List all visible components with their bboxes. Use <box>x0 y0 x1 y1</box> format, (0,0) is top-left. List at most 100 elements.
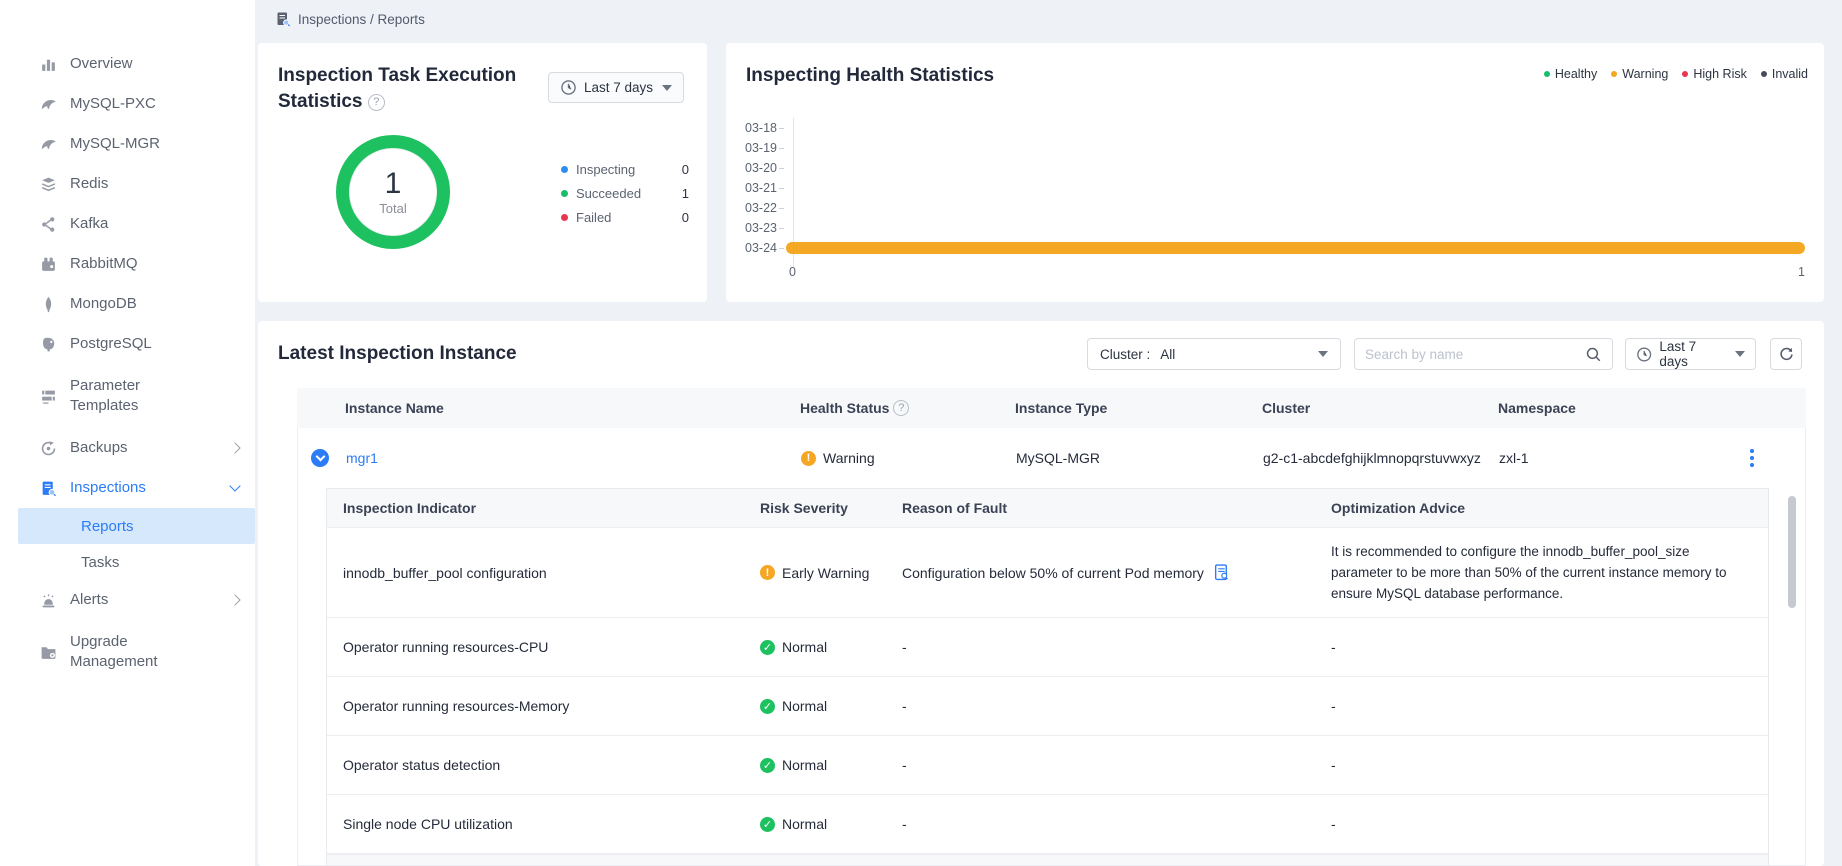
breadcrumb: Inspections / Reports <box>275 11 425 27</box>
row-actions-menu[interactable] <box>1743 447 1761 469</box>
sidebar-item-alerts[interactable]: Alerts <box>0 580 255 620</box>
detail-row: Operator running resources-Memory ✓Norma… <box>327 677 1768 736</box>
legend-item: High Risk <box>1682 67 1747 81</box>
task-stats-card: Inspection Task Execution Statistics ? L… <box>258 43 707 302</box>
table-row: mgr1 ! Warning MySQL-MGR g2-c1-abcdefghi… <box>297 428 1806 488</box>
col-header-cluster: Cluster <box>1262 400 1498 416</box>
view-report-icon[interactable] <box>1213 564 1230 581</box>
sidebar-item-mysql-mgr[interactable]: MySQL-MGR <box>0 124 255 164</box>
indicator-cell: innodb_buffer_pool configuration <box>327 528 760 617</box>
indicator-cell: Operator running resources-CPU <box>327 618 760 676</box>
instance-name-link[interactable]: mgr1 <box>346 450 378 466</box>
chevron-down-icon <box>229 480 240 491</box>
caret-down-icon <box>1318 351 1328 357</box>
legend-item: Healthy <box>1544 67 1597 81</box>
legend-value: 0 <box>682 162 689 177</box>
sidebar-item-backups[interactable]: Backups <box>0 428 255 468</box>
chart-row: 03-22 <box>726 198 1805 218</box>
sidebar-item-parameter-templates[interactable]: Parameter Templates <box>0 364 255 428</box>
card-title: Inspecting Health Statistics <box>746 63 994 89</box>
sidebar-item-rabbitmq[interactable]: RabbitMQ <box>0 244 255 284</box>
detail-header-row: Inspection Indicator Risk Severity Reaso… <box>327 489 1768 528</box>
bar-03-24 <box>786 242 1805 254</box>
refresh-button[interactable] <box>1770 338 1802 370</box>
sidebar-item-label: Alerts <box>70 590 200 610</box>
legend-item: Invalid <box>1761 67 1808 81</box>
sidebar-item-mysql-pxc[interactable]: MySQL-PXC <box>0 84 255 124</box>
bar-chart-icon <box>40 56 57 73</box>
y-tick-label: 03-22 <box>726 201 786 215</box>
severity-cell: ✓Normal <box>760 677 902 735</box>
sidebar-item-tasks[interactable]: Tasks <box>0 544 255 580</box>
x-tick-1: 1 <box>1798 265 1805 279</box>
legend-item: Inspecting 0 <box>561 160 689 178</box>
health-stats-card: Inspecting Health Statistics Healthy War… <box>726 43 1824 302</box>
health-legend: Healthy Warning High Risk Invalid <box>1544 67 1808 81</box>
help-icon[interactable]: ? <box>893 400 909 416</box>
search-icon[interactable] <box>1585 346 1602 363</box>
y-tick-label: 03-23 <box>726 221 786 235</box>
detail-scrollbar-thumb[interactable] <box>1788 496 1796 608</box>
chart-row: 03-24 <box>726 238 1805 258</box>
legend-item: Warning <box>1611 67 1668 81</box>
cluster-filter-value: All <box>1160 347 1175 362</box>
sidebar-subitem-label: Tasks <box>81 554 119 571</box>
reason-cell: Configuration below 50% of current Pod m… <box>902 528 1331 617</box>
sidebar-item-postgresql[interactable]: PostgreSQL <box>0 324 255 364</box>
legend-dot-warning <box>1611 71 1617 77</box>
legend-dot-invalid <box>1761 71 1767 77</box>
legend-dot-inspecting <box>561 166 568 173</box>
sidebar-item-redis[interactable]: Redis <box>0 164 255 204</box>
sidebar-item-inspections[interactable]: Inspections <box>0 468 255 508</box>
y-tick-label: 03-24 <box>726 241 786 255</box>
dolphin-icon <box>40 96 57 113</box>
y-tick-label: 03-19 <box>726 141 786 155</box>
sidebar-item-kafka[interactable]: Kafka <box>0 204 255 244</box>
legend-label: Warning <box>1622 67 1668 81</box>
inspection-report-icon <box>275 11 291 27</box>
table-header-row: Instance Name Health Status ? Instance T… <box>297 388 1806 428</box>
legend-item: Failed 0 <box>561 208 689 226</box>
legend-label: Invalid <box>1772 67 1808 81</box>
search-box <box>1354 338 1613 370</box>
sidebar-item-label: Overview <box>70 54 200 74</box>
reason-cell: - <box>902 736 1331 794</box>
y-tick-label: 03-18 <box>726 121 786 135</box>
search-input[interactable] <box>1365 347 1585 362</box>
detail-table-footer-strip <box>327 854 1768 866</box>
sidebar-item-mongodb[interactable]: MongoDB <box>0 284 255 324</box>
advice-cell: - <box>1331 618 1768 676</box>
sidebar: Overview MySQL-PXC MySQL-MGR Redis Kafka… <box>0 0 255 866</box>
sidebar-item-label: Backups <box>70 438 200 458</box>
legend-label: Failed <box>576 210 682 225</box>
col-header-instance-name: Instance Name <box>297 400 800 416</box>
warning-icon: ! <box>760 565 775 580</box>
reason-cell: - <box>902 618 1331 676</box>
bar-area <box>786 198 1805 218</box>
col-header-instance-type: Instance Type <box>1015 400 1262 416</box>
col-header-namespace: Namespace <box>1498 400 1806 416</box>
cluster-filter-dropdown[interactable]: Cluster : All <box>1087 338 1341 370</box>
advice-cell: - <box>1331 795 1768 853</box>
sidebar-item-label: Upgrade Management <box>70 632 200 672</box>
filter-bar: Cluster : All Last 7 days <box>258 338 1824 370</box>
sidebar-item-upgrade-management[interactable]: Upgrade Management <box>0 620 255 684</box>
success-icon: ✓ <box>760 640 775 655</box>
breadcrumb-text: Inspections / Reports <box>298 12 425 27</box>
legend-value: 1 <box>682 186 689 201</box>
sidebar-item-overview[interactable]: Overview <box>0 44 255 84</box>
sidebar-item-reports[interactable]: Reports <box>18 508 255 544</box>
date-range-dropdown[interactable]: Last 7 days <box>548 72 684 103</box>
col-header-reason: Reason of Fault <box>902 500 1331 516</box>
dolphin-icon <box>40 136 57 153</box>
health-bar-rows: 03-1803-1903-2003-2103-2203-2303-24 <box>726 118 1805 258</box>
inspection-icon <box>40 480 57 497</box>
date-range-dropdown[interactable]: Last 7 days <box>1625 338 1756 370</box>
clock-icon <box>1636 346 1652 363</box>
collapse-row-button[interactable] <box>311 449 329 467</box>
advice-cell: - <box>1331 736 1768 794</box>
x-tick-0: 0 <box>789 265 796 279</box>
card-title-text: Inspection Task Execution Statistics <box>278 65 516 112</box>
clock-icon <box>560 79 577 96</box>
help-icon[interactable]: ? <box>368 94 385 111</box>
